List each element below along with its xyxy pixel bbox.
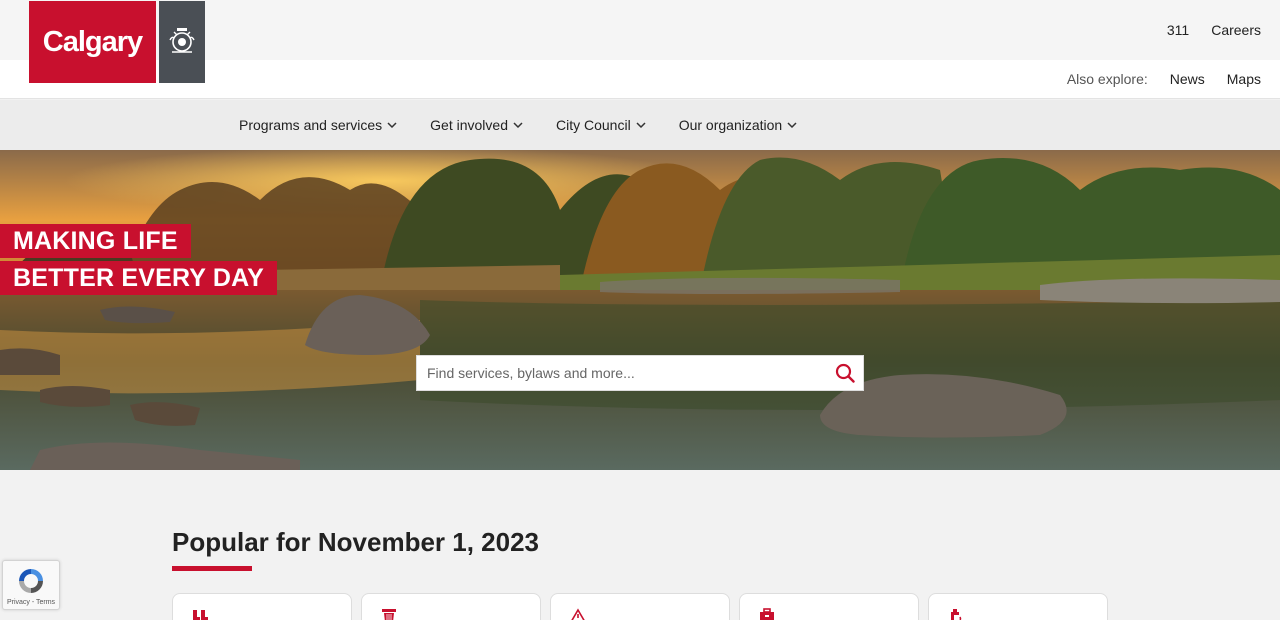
chevron-down-icon [513, 121, 523, 128]
heading-underline [172, 566, 252, 571]
logo-wordmark: Calgary [29, 1, 156, 83]
link-news[interactable]: News [1170, 71, 1205, 87]
warning-sign-icon [571, 608, 585, 620]
nav-city-council[interactable]: City Council [556, 117, 646, 133]
nav-label: Our organization [678, 117, 783, 133]
link-careers[interactable]: Careers [1211, 22, 1261, 38]
also-explore-label: Also explore: [1066, 71, 1148, 87]
nav-our-organization[interactable]: Our organization [679, 117, 798, 133]
link-311[interactable]: 311 [1167, 22, 1189, 38]
popular-cards [172, 593, 1108, 620]
popular-heading: Popular for November 1, 2023 [172, 527, 540, 557]
toolbox-icon [760, 608, 774, 620]
popular-card[interactable] [928, 593, 1108, 620]
main-nav: Programs and services Get involved City … [0, 100, 1280, 150]
recaptcha-icon [19, 569, 43, 593]
tagline-line-2: BETTER EVERY DAY [0, 261, 277, 295]
search-icon [835, 363, 855, 383]
tagline-line-1: MAKING LIFE [0, 224, 191, 258]
faucet-icon [951, 609, 962, 620]
site-search [416, 355, 864, 391]
popular-card[interactable] [739, 593, 919, 620]
hero-banner: MAKING LIFE BETTER EVERY DAY [0, 150, 1280, 470]
also-explore: Also explore: News Maps [1067, 71, 1261, 87]
nav-programs-and-services[interactable]: Programs and services [239, 117, 397, 133]
chevron-down-icon [636, 121, 646, 128]
boots-icon [193, 610, 208, 620]
nav-label: Programs and services [239, 117, 383, 133]
chevron-down-icon [387, 121, 397, 128]
popular-card[interactable] [550, 593, 730, 620]
nav-label: City Council [556, 117, 631, 133]
search-input[interactable] [417, 356, 827, 390]
utility-links: 311 Careers [1167, 22, 1261, 38]
search-button[interactable] [827, 356, 863, 390]
hero-tagline: MAKING LIFE BETTER EVERY DAY [0, 224, 277, 295]
popular-card[interactable] [361, 593, 541, 620]
recaptcha-badge[interactable]: Privacy - Terms [2, 560, 60, 610]
link-maps[interactable]: Maps [1227, 71, 1261, 87]
recaptcha-links: Privacy - Terms [6, 599, 56, 606]
trash-bin-icon [382, 609, 396, 620]
calgary-logo[interactable]: Calgary [29, 1, 205, 83]
nav-get-involved[interactable]: Get involved [430, 117, 523, 133]
city-crest-icon [159, 1, 205, 83]
nav-label: Get involved [430, 117, 508, 133]
popular-card[interactable] [172, 593, 352, 620]
logo-text: Calgary [42, 25, 143, 58]
chevron-down-icon [787, 121, 797, 128]
hero-landscape-image [0, 150, 1280, 470]
